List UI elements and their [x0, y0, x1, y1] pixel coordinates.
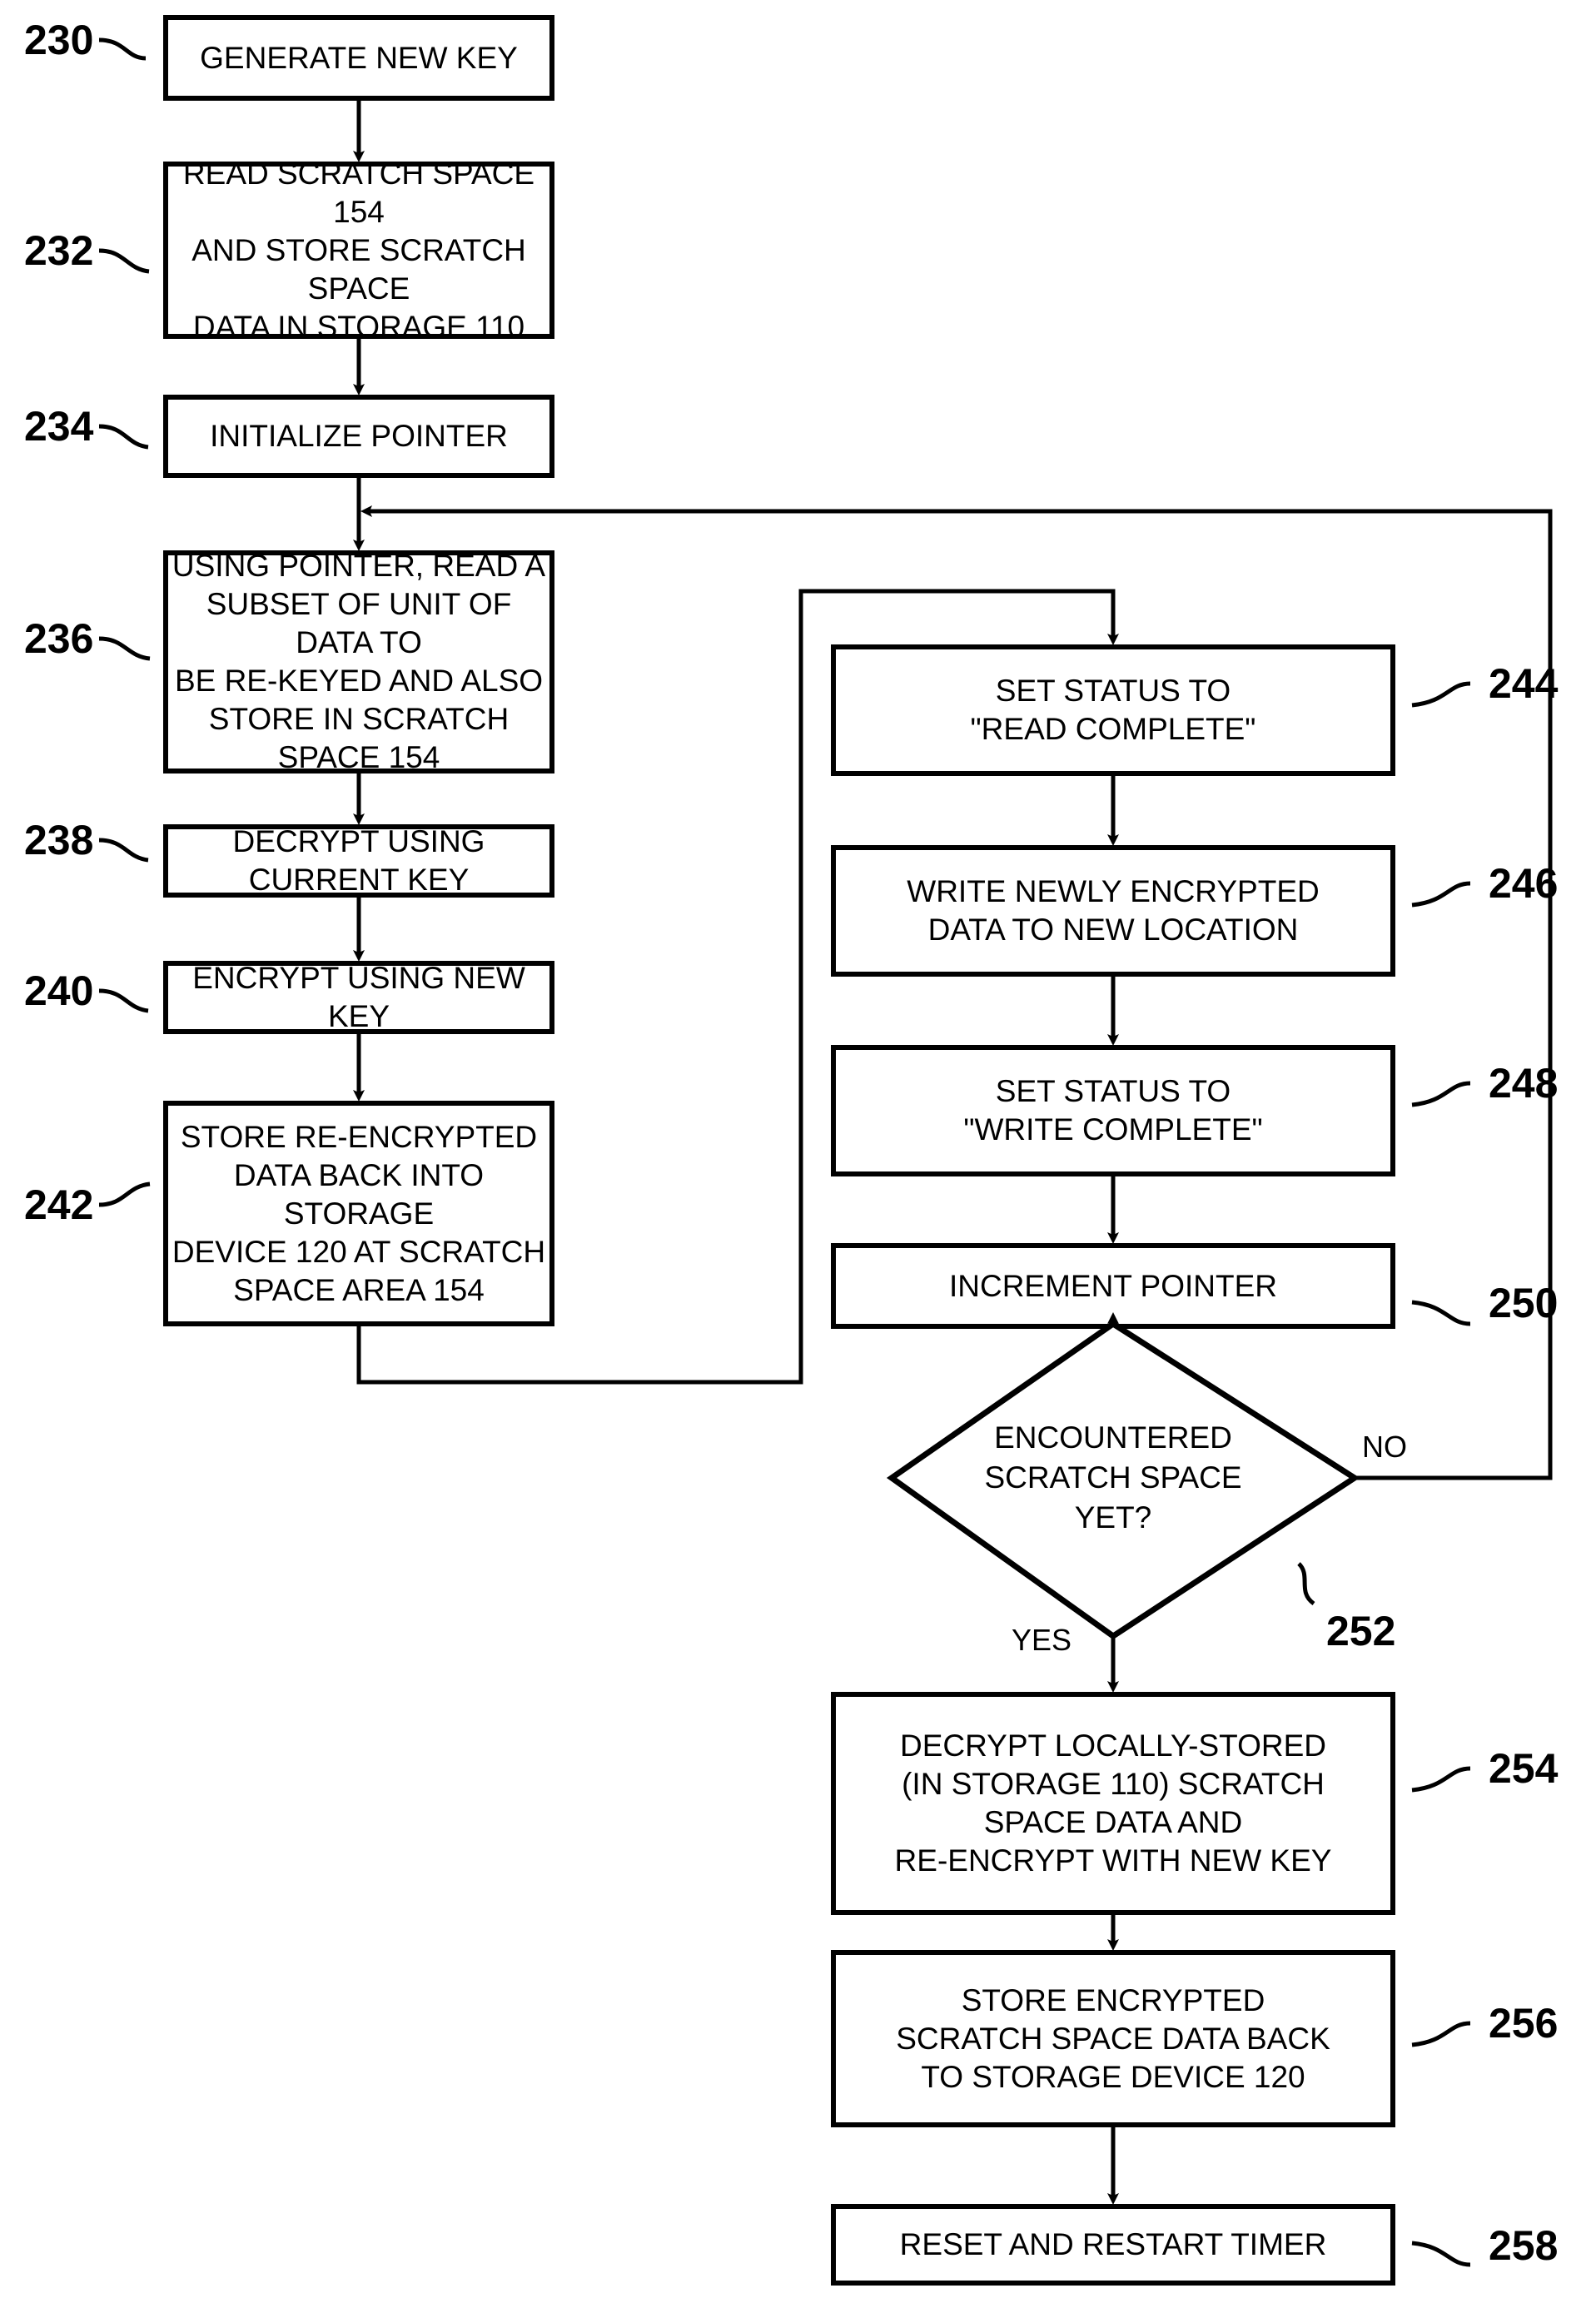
node-shape-238[interactable] — [163, 824, 554, 898]
ref-number-246: 246 — [1489, 860, 1559, 907]
ref-number-232: 232 — [24, 227, 94, 274]
leader-248 — [1411, 1081, 1471, 1107]
leader-236 — [98, 636, 151, 661]
node-shape-244[interactable] — [831, 644, 1395, 776]
node-shape-242[interactable] — [163, 1101, 554, 1326]
ref-number-258: 258 — [1489, 2222, 1559, 2269]
ref-number-238: 238 — [24, 817, 94, 863]
leader-256 — [1411, 2021, 1471, 2047]
edge-label-yes: YES — [1012, 1623, 1072, 1657]
leader-240 — [98, 988, 149, 1013]
flowchart-graphics — [98, 15, 1553, 2286]
flowchart-canvas: GENERATE NEW KEY READ SCRATCH SPACE 154 … — [0, 0, 1596, 2313]
leader-252 — [1297, 1562, 1315, 1606]
ref-number-252: 252 — [1326, 1608, 1396, 1654]
ref-number-230: 230 — [24, 17, 94, 63]
leader-230 — [98, 37, 147, 61]
leader-234 — [98, 424, 149, 450]
node-shape-230[interactable] — [163, 15, 554, 101]
leader-232 — [98, 248, 150, 274]
ref-number-234: 234 — [24, 403, 94, 450]
ref-number-256: 256 — [1489, 2000, 1559, 2047]
leader-258 — [1411, 2241, 1471, 2267]
ref-number-248: 248 — [1489, 1060, 1559, 1107]
node-shape-258[interactable] — [831, 2204, 1395, 2286]
leader-254 — [1411, 1766, 1471, 1793]
ref-number-244: 244 — [1489, 660, 1559, 707]
node-shape-252[interactable] — [886, 1320, 1360, 1640]
leader-246 — [1411, 881, 1471, 908]
ref-number-240: 240 — [24, 967, 94, 1014]
edge-label-no: NO — [1362, 1430, 1407, 1464]
ref-number-254: 254 — [1489, 1745, 1559, 1792]
node-shape-254[interactable] — [831, 1692, 1395, 1915]
node-shape-248[interactable] — [831, 1045, 1395, 1176]
leader-250 — [1411, 1300, 1471, 1326]
node-shape-236[interactable] — [163, 550, 554, 773]
node-shape-250[interactable] — [831, 1243, 1395, 1329]
ref-number-250: 250 — [1489, 1280, 1559, 1326]
node-shape-232[interactable] — [163, 162, 554, 339]
leader-244 — [1411, 681, 1471, 708]
node-shape-246[interactable] — [831, 845, 1395, 977]
ref-number-242: 242 — [24, 1181, 94, 1228]
node-shape-234[interactable] — [163, 395, 554, 478]
leader-242 — [98, 1181, 151, 1207]
ref-number-236: 236 — [24, 615, 94, 662]
leader-238 — [98, 838, 149, 863]
node-shape-240[interactable] — [163, 961, 554, 1034]
node-shape-256[interactable] — [831, 1950, 1395, 2127]
